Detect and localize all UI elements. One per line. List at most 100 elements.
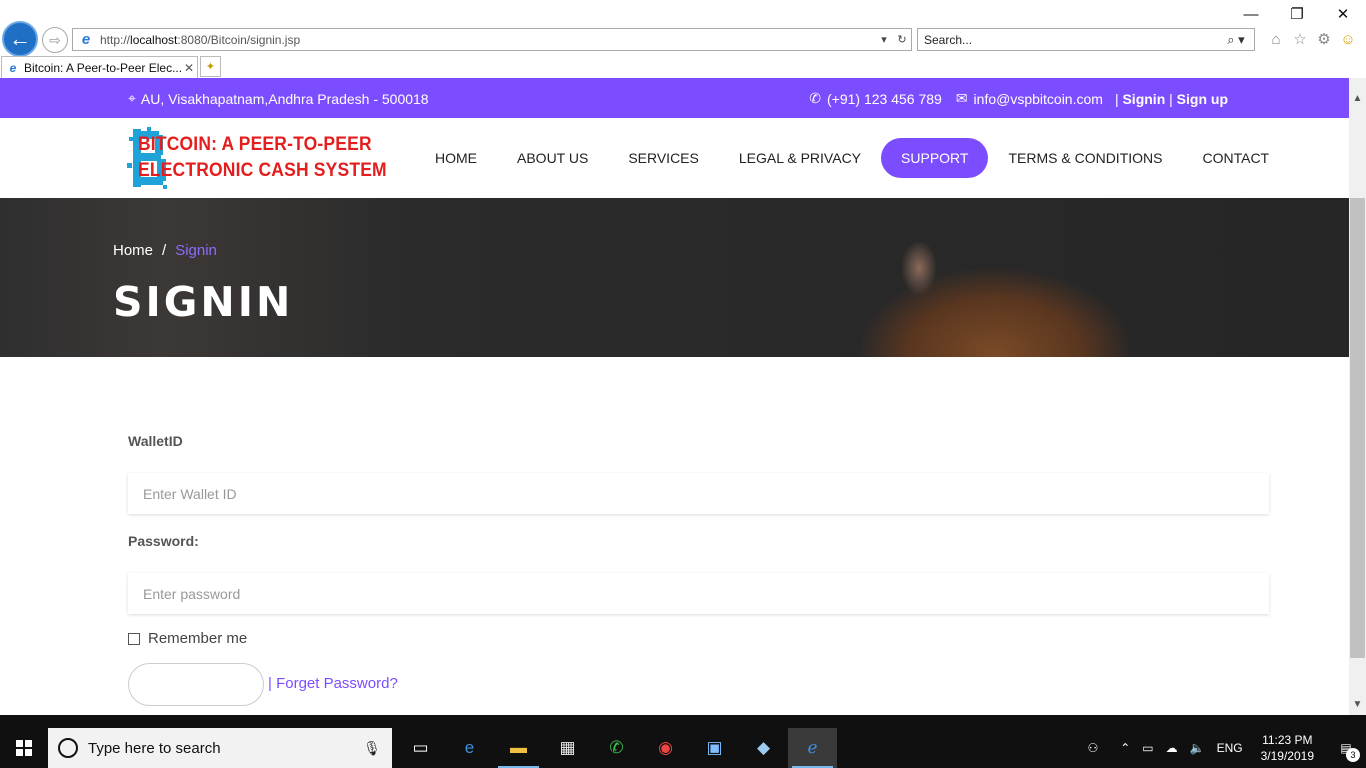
url-path: :8080/Bitcoin/signin.jsp — [177, 32, 301, 47]
refresh-icon[interactable]: ↻ — [893, 33, 911, 46]
ie-tab-icon: e — [9, 60, 17, 75]
window-controls: — ❐ ✕ — [1228, 0, 1366, 28]
minimize-button[interactable]: — — [1228, 0, 1274, 28]
top-info-bar: ⌖ AU, Visakhapatnam,Andhra Pradesh - 500… — [0, 78, 1349, 118]
taskbar-edge — [0, 715, 1366, 728]
file-explorer-icon[interactable]: ▬ — [494, 728, 543, 768]
battery-icon[interactable]: ▭ — [1136, 741, 1159, 755]
address-info: ⌖ AU, Visakhapatnam,Andhra Pradesh - 500… — [128, 90, 429, 107]
search-icon[interactable]: ⌕ ▾ — [1218, 32, 1254, 48]
edge-icon[interactable]: e — [445, 728, 494, 768]
password-input[interactable]: Enter password — [128, 573, 1269, 614]
breadcrumb-home[interactable]: Home — [113, 242, 153, 259]
browser-search-input[interactable]: Search... — [924, 33, 1218, 47]
menu-home[interactable]: HOME — [415, 138, 497, 178]
browser-search-box[interactable]: Search... ⌕ ▾ — [917, 28, 1255, 51]
browser-tab[interactable]: e Bitcoin: A Peer-to-Peer Elec... ✕ — [1, 56, 198, 78]
taskbar-search[interactable]: Type here to search 🎙 — [48, 728, 392, 768]
scroll-up-icon[interactable]: ▲ — [1349, 90, 1366, 107]
remember-me[interactable]: Remember me — [128, 630, 247, 647]
volume-icon[interactable]: 🔈 — [1184, 741, 1211, 755]
main-menu: HOME ABOUT US SERVICES LEGAL & PRIVACY S… — [415, 138, 1289, 178]
system-tray: ⚇ ⌃ ▭ ☁ 🔈 ENG 11:23 PM 3/19/2019 ▤ 3 — [1081, 728, 1366, 768]
people-icon[interactable]: ⚇ — [1081, 741, 1104, 755]
wallet-id-input[interactable]: Enter Wallet ID — [128, 473, 1269, 514]
action-center-button[interactable]: ▤ 3 — [1326, 728, 1366, 768]
phone-text: (+91) 123 456 789 — [826, 90, 942, 107]
breadcrumb-current: Signin — [175, 242, 217, 259]
signin-link[interactable]: Signin — [1122, 91, 1165, 107]
star-icon[interactable]: ☆ — [1290, 28, 1310, 50]
chevron-down-icon[interactable]: ▾ — [875, 33, 893, 46]
logo-text: BITCOIN: A PEER-TO-PEER ELECTRONIC CASH … — [138, 132, 387, 184]
chrome-icon[interactable]: ◉ — [641, 728, 690, 768]
remember-label: Remember me — [148, 630, 248, 647]
page-viewport: ⌖ AU, Visakhapatnam,Andhra Pradesh - 500… — [0, 78, 1349, 715]
separator: | — [1114, 90, 1119, 107]
control-panel-icon[interactable]: ▣ — [690, 728, 739, 768]
url-host: localhost — [130, 32, 178, 47]
email-text: info@vspbitcoin.com — [973, 90, 1103, 107]
contact-info: ✆ (+91) 123 456 789 ✉ info@vspbitcoin.co… — [809, 90, 1228, 107]
scrollbar-thumb[interactable] — [1350, 198, 1365, 658]
close-window-button[interactable]: ✕ — [1320, 0, 1366, 28]
virtualbox-icon[interactable]: ◆ — [739, 728, 788, 768]
menu-services[interactable]: SERVICES — [608, 138, 719, 178]
windows-taskbar: Type here to search 🎙 ▭ e ▬ ▦ ✆ ◉ ▣ ◆ ℯ … — [0, 728, 1366, 768]
cortana-icon — [58, 738, 78, 758]
internet-explorer-icon[interactable]: ℯ — [788, 728, 837, 768]
hero-background-hand — [902, 242, 936, 294]
store-icon[interactable]: ▦ — [543, 728, 592, 768]
menu-about-us[interactable]: ABOUT US — [497, 138, 608, 178]
chevron-up-icon[interactable]: ⌃ — [1114, 741, 1136, 755]
browser-toolbar: ⌂ ☆ ⚙ ☺ — [1266, 28, 1358, 50]
forgot-password-link[interactable]: | Forget Password? — [268, 675, 398, 692]
task-view-icon[interactable]: ▭ — [396, 728, 445, 768]
back-button[interactable]: ← — [2, 21, 38, 57]
menu-support[interactable]: SUPPORT — [881, 138, 989, 178]
smiley-icon[interactable]: ☺ — [1338, 28, 1358, 50]
close-tab-icon[interactable]: ✕ — [181, 61, 197, 75]
address-bar[interactable]: e http://localhost:8080/Bitcoin/signin.j… — [72, 28, 912, 51]
arrow-right-icon: ⇨ — [49, 31, 61, 48]
mail-icon: ✉ — [955, 90, 968, 106]
forward-button[interactable]: ⇨ — [42, 27, 68, 53]
new-tab-icon: ✦ — [205, 61, 216, 73]
arrow-left-icon: ← — [9, 26, 31, 51]
phone-icon: ✆ — [809, 90, 821, 106]
auth-links: | Signin | Sign up — [1115, 91, 1228, 107]
tab-title: Bitcoin: A Peer-to-Peer Elec... — [24, 60, 181, 75]
restore-button[interactable]: ❐ — [1274, 0, 1320, 28]
clock[interactable]: 11:23 PM 3/19/2019 — [1249, 732, 1326, 764]
logo-line-1: BITCOIN: A PEER-TO-PEER — [138, 134, 372, 155]
signup-link[interactable]: Sign up — [1177, 91, 1228, 107]
address-text: AU, Visakhapatnam,Andhra Pradesh - 50001… — [140, 90, 429, 107]
taskbar-search-input[interactable]: Type here to search — [88, 740, 352, 757]
menu-legal-privacy[interactable]: LEGAL & PRIVACY — [719, 138, 881, 178]
map-pin-icon: ⌖ — [128, 90, 136, 106]
remember-checkbox[interactable] — [128, 632, 140, 645]
password-label: Password: — [128, 533, 199, 549]
gear-icon[interactable]: ⚙ — [1314, 28, 1334, 50]
separator: | — [1169, 90, 1173, 107]
menu-contact[interactable]: CONTACT — [1182, 138, 1289, 178]
breadcrumb-separator: / — [162, 242, 167, 259]
logo-line-2: ELECTRONIC CASH SYSTEM — [138, 160, 387, 181]
scroll-down-icon[interactable]: ▼ — [1349, 696, 1366, 713]
clock-date: 3/19/2019 — [1260, 749, 1314, 763]
whatsapp-icon[interactable]: ✆ — [592, 728, 641, 768]
hero-background-image — [860, 268, 1130, 357]
language-indicator[interactable]: ENG — [1211, 741, 1249, 755]
site-logo[interactable]: BITCOIN: A PEER-TO-PEER ELECTRONIC CASH … — [127, 127, 407, 189]
ie-page-icon: e — [81, 30, 91, 48]
cloud-icon[interactable]: ☁ — [1160, 741, 1184, 755]
microphone-icon[interactable]: 🎙 — [352, 740, 392, 757]
page-scrollbar[interactable]: ▲ ▼ — [1349, 78, 1366, 715]
main-navbar: BITCOIN: A PEER-TO-PEER ELECTRONIC CASH … — [0, 118, 1349, 198]
menu-terms-conditions[interactable]: TERMS & CONDITIONS — [988, 138, 1182, 178]
home-icon[interactable]: ⌂ — [1266, 28, 1286, 50]
signin-submit-button[interactable] — [128, 663, 264, 706]
address-url[interactable]: http://localhost:8080/Bitcoin/signin.jsp — [100, 33, 875, 47]
start-button[interactable] — [0, 728, 48, 768]
new-tab-button[interactable]: ✦ — [200, 56, 221, 77]
